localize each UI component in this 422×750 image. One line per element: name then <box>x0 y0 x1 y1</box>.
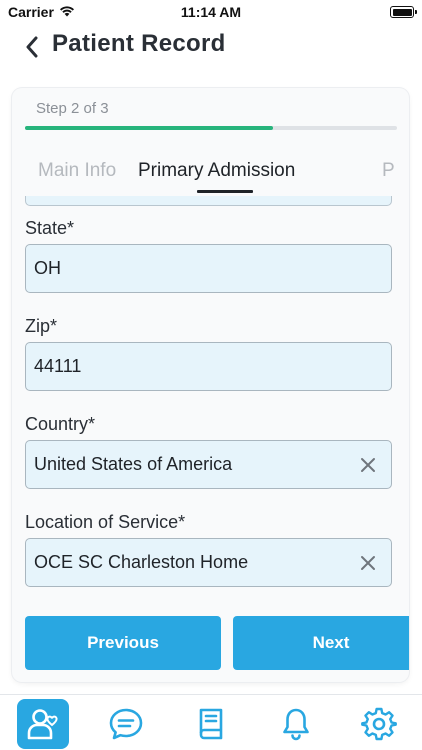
country-clear-button[interactable] <box>357 454 379 476</box>
tab-patients[interactable] <box>17 699 69 749</box>
step-progress-fill <box>25 126 274 130</box>
book-icon <box>199 708 223 740</box>
active-tab-indicator <box>197 190 253 193</box>
status-time: 11:14 AM <box>180 4 242 20</box>
tab-documents[interactable] <box>185 699 237 749</box>
location-of-service-label: Location of Service* <box>25 512 186 532</box>
tab-next-partial[interactable]: P <box>382 160 395 182</box>
patients-icon <box>27 709 58 740</box>
state-value: OH <box>34 258 61 278</box>
navigation-header: Patient Record <box>0 26 422 68</box>
bottom-tab-bar <box>0 694 422 750</box>
chevron-left-icon <box>26 36 38 58</box>
zip-label: Zip* <box>25 316 58 336</box>
step-indicator: Step 2 of 3 <box>36 100 109 117</box>
zip-input[interactable]: 44111 <box>25 342 392 391</box>
country-value: United States of America <box>34 454 233 474</box>
form-scroll-area[interactable]: State* OH Zip* 44111 Country* United Sta… <box>12 196 409 600</box>
tab-settings[interactable] <box>353 699 405 749</box>
location-clear-button[interactable] <box>357 552 379 574</box>
patient-record-card: Step 2 of 3 Main Info Primary Admission … <box>12 88 409 682</box>
zip-value: 44111 <box>34 356 82 376</box>
page-title: Patient Record <box>52 30 226 57</box>
gear-icon <box>361 707 397 741</box>
tab-messages[interactable] <box>100 699 152 749</box>
step-progress-bar <box>25 126 397 130</box>
country-select[interactable]: United States of America <box>25 440 392 489</box>
close-icon <box>361 556 375 570</box>
location-of-service-value: OCE SC Charleston Home <box>34 552 249 572</box>
battery-icon <box>390 6 417 18</box>
bell-icon <box>283 708 309 741</box>
back-button[interactable] <box>20 34 44 60</box>
chat-icon <box>109 708 143 740</box>
location-of-service-select[interactable]: OCE SC Charleston Home <box>25 538 392 587</box>
status-bar: Carrier 11:14 AM <box>0 0 422 26</box>
previous-button[interactable]: Previous <box>25 616 221 670</box>
previous-field-input[interactable] <box>25 196 392 206</box>
form-tabs: Main Info Primary Admission P <box>12 154 409 194</box>
tab-main-info[interactable]: Main Info <box>38 160 116 182</box>
next-button[interactable]: Next <box>233 616 409 670</box>
country-label: Country* <box>25 414 96 434</box>
tab-primary-admission[interactable]: Primary Admission <box>138 160 295 182</box>
state-label: State* <box>25 218 75 238</box>
tab-notifications[interactable] <box>270 699 322 749</box>
state-input[interactable]: OH <box>25 244 392 293</box>
close-icon <box>361 458 375 472</box>
